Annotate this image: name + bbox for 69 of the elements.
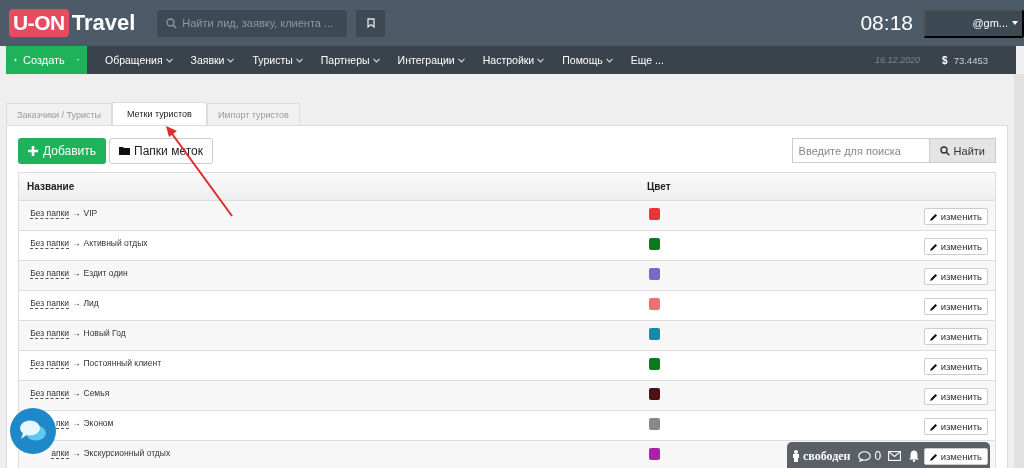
chevron-icon	[295, 57, 303, 63]
nav-menu-item[interactable]: Заявки	[190, 54, 235, 66]
currency-symbol: $	[942, 54, 948, 66]
chevron-icon	[457, 57, 465, 63]
edit-button[interactable]: изменить	[923, 268, 988, 285]
tag-name: Без папки → Ездит один	[29, 268, 129, 278]
exchange-rate: 73.4453	[953, 54, 988, 66]
edit-button[interactable]: изменить	[923, 388, 988, 405]
scrollbar[interactable]	[1014, 74, 1024, 468]
caret-icon	[76, 58, 79, 62]
chevron-icon	[605, 57, 613, 63]
chevron-icon	[537, 57, 545, 63]
tag-name: Без папки → Новый Год	[29, 328, 127, 338]
edit-button[interactable]: изменить	[923, 298, 988, 315]
messages-counter[interactable]: 0	[857, 449, 882, 463]
edit-button[interactable]: изменить	[923, 328, 988, 345]
edit-button[interactable]: изменить	[923, 358, 988, 375]
logo-badge: U-ON	[9, 9, 69, 37]
pencil-icon	[929, 392, 938, 401]
folder-icon	[119, 146, 131, 155]
mail-icon[interactable]	[888, 451, 902, 461]
edit-button[interactable]: изменить	[923, 238, 988, 255]
clock-time: 08:18	[860, 11, 913, 35]
plus-icon	[28, 145, 38, 156]
chat-bubbles-icon	[19, 419, 47, 443]
plus-icon	[14, 56, 17, 64]
tag-name: Без папки → VIP	[29, 208, 99, 218]
pencil-icon	[929, 422, 938, 431]
chevron-icon	[227, 57, 235, 63]
edit-button[interactable]: изменить	[923, 418, 988, 435]
pencil-icon	[929, 212, 938, 221]
pencil-icon	[929, 362, 938, 371]
pencil-icon	[929, 302, 938, 311]
chevron-icon	[165, 57, 173, 63]
pencil-icon	[929, 242, 938, 251]
search-field[interactable]: Найти лид, заявку, клиента ...	[157, 9, 348, 37]
edit-button[interactable]: изменить	[923, 448, 988, 465]
logo-text: Travel	[71, 10, 136, 36]
find-button[interactable]: Найти	[929, 138, 996, 163]
nav-menu-item[interactable]: Интеграции	[397, 54, 465, 66]
tag-name: Без папки → Лид	[29, 298, 100, 308]
tag-name: Без папки → Постоянный клиент	[29, 358, 163, 368]
chevron-icon	[372, 57, 380, 63]
person-icon	[792, 450, 800, 462]
search-icon	[939, 145, 950, 156]
nav-menu-item[interactable]: Настройки	[482, 54, 545, 66]
caret-icon	[1012, 21, 1018, 25]
bookmark-button[interactable]	[356, 9, 386, 37]
pencil-icon	[929, 452, 938, 461]
nav-menu-item[interactable]: Еще ...	[630, 54, 664, 66]
user-menu[interactable]: @gm...	[923, 8, 1024, 38]
tag-name: Без папки → Активный отдых	[29, 238, 149, 248]
nav-menu-item[interactable]: Обращения	[105, 54, 173, 66]
search-field[interactable]: Введите для поиска	[791, 138, 930, 163]
edit-button[interactable]: изменить	[923, 208, 988, 225]
nav-menu-item[interactable]: Партнеры	[320, 54, 380, 66]
bell-icon[interactable]	[908, 450, 921, 462]
date-label: 16.12.2020	[875, 55, 921, 65]
column-header: Название	[27, 181, 76, 192]
pencil-icon	[929, 272, 938, 281]
pencil-icon	[929, 332, 938, 341]
tag-name: Без папки → Семья	[29, 388, 111, 398]
chat-icon	[857, 450, 871, 462]
bookmark-icon	[366, 18, 375, 28]
status-label[interactable]: свободен	[792, 448, 851, 464]
nav-menu-item[interactable]: Туристы	[252, 54, 303, 66]
tab[interactable]: Метки туристов	[112, 102, 207, 125]
nav-menu-item[interactable]: Помощь	[562, 54, 613, 66]
column-header: Цвет	[647, 181, 672, 192]
